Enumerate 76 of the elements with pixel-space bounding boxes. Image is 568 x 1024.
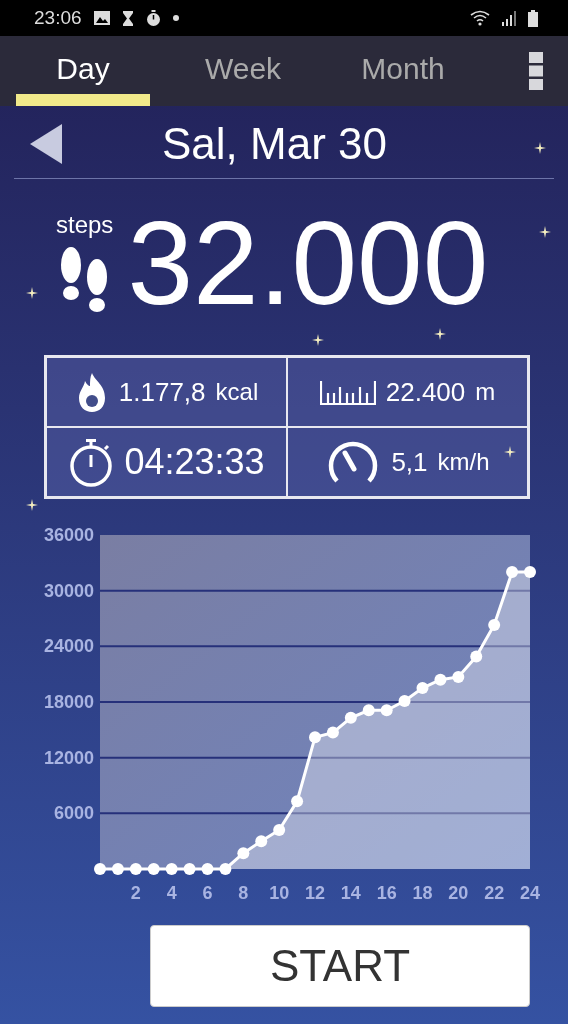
data-point — [416, 682, 429, 695]
y-tick-label: 6000 — [53, 803, 94, 824]
stat-value: 04:23:33 — [124, 441, 265, 483]
image-icon — [93, 11, 110, 25]
sparkle-icon — [539, 226, 551, 238]
tab[interactable]: Day — [16, 36, 150, 106]
data-point — [94, 863, 106, 875]
y-tick-label: 24000 — [43, 636, 94, 657]
x-tick-label: 4 — [166, 883, 177, 903]
sparkle-icon — [26, 499, 38, 511]
x-tick-label: 16 — [376, 883, 397, 903]
data-point — [309, 731, 321, 744]
sparkle-icon — [534, 142, 546, 154]
data-point — [362, 704, 375, 717]
signal-icon — [502, 10, 516, 26]
y-tick-label: 18000 — [43, 692, 94, 712]
sparkle-icon — [434, 328, 446, 340]
ruler-icon — [319, 379, 376, 405]
y-tick-label: 12000 — [43, 747, 94, 768]
data-point — [237, 847, 250, 860]
data-point — [111, 863, 124, 875]
x-tick-label: 8 — [238, 883, 249, 903]
wifi-icon — [470, 10, 490, 26]
data-point — [255, 835, 268, 848]
data-point — [165, 863, 178, 875]
sparkle-icon — [312, 334, 324, 346]
x-tick-label: 20 — [448, 883, 469, 903]
data-point — [273, 824, 286, 837]
date-title: Sal, Mar 30 — [162, 119, 387, 169]
data-point — [326, 726, 339, 739]
data-point — [398, 695, 411, 708]
data-point — [470, 650, 483, 663]
data-point — [344, 711, 357, 724]
data-point — [183, 863, 196, 875]
sparkle-icon — [26, 287, 38, 299]
x-tick-label: 2 — [130, 883, 141, 903]
x-tick-label: 10 — [269, 883, 290, 903]
x-tick-label: 24 — [520, 883, 540, 903]
data-point — [524, 566, 536, 579]
hourglass-icon — [121, 10, 134, 26]
data-point — [201, 863, 214, 875]
sparkle-icon — [504, 446, 516, 458]
steps-label: steps — [56, 211, 114, 239]
y-tick-label: 30000 — [43, 580, 94, 601]
stopwatch-icon — [145, 10, 161, 26]
data-point — [129, 863, 142, 875]
data-point — [219, 863, 232, 875]
stopwatch-icon — [68, 437, 115, 487]
data-point — [488, 619, 501, 631]
x-tick-label: 22 — [484, 883, 505, 903]
data-point — [380, 704, 393, 717]
stat-value: 5,1 — [391, 446, 428, 478]
data-point — [506, 566, 519, 579]
tab[interactable]: Week — [176, 36, 310, 106]
start-button[interactable]: START — [150, 925, 530, 1007]
data-point — [434, 673, 447, 686]
data-point — [147, 863, 160, 875]
clock: 23:06 — [34, 7, 82, 29]
x-tick-label: 12 — [305, 883, 325, 903]
y-tick-label: 36000 — [43, 525, 94, 545]
step-count: 32.000 — [127, 196, 489, 331]
battery-icon — [528, 9, 538, 27]
tab[interactable]: Month — [336, 36, 470, 106]
stat-value: 22.400 — [385, 376, 466, 408]
x-tick-label: 6 — [202, 883, 213, 903]
dot-icon — [172, 15, 179, 21]
data-point — [291, 795, 304, 808]
stat-unit: km/h — [437, 448, 490, 476]
stat-value: 1.177,8 — [118, 376, 206, 408]
stat-unit: kcal — [215, 378, 259, 406]
stat-unit: m — [475, 378, 496, 406]
x-tick-label: 18 — [412, 883, 433, 903]
menu-icon[interactable] — [528, 51, 544, 91]
x-tick-label: 14 — [340, 883, 361, 903]
back-arrow-icon[interactable] — [30, 124, 62, 164]
data-point — [452, 670, 465, 683]
